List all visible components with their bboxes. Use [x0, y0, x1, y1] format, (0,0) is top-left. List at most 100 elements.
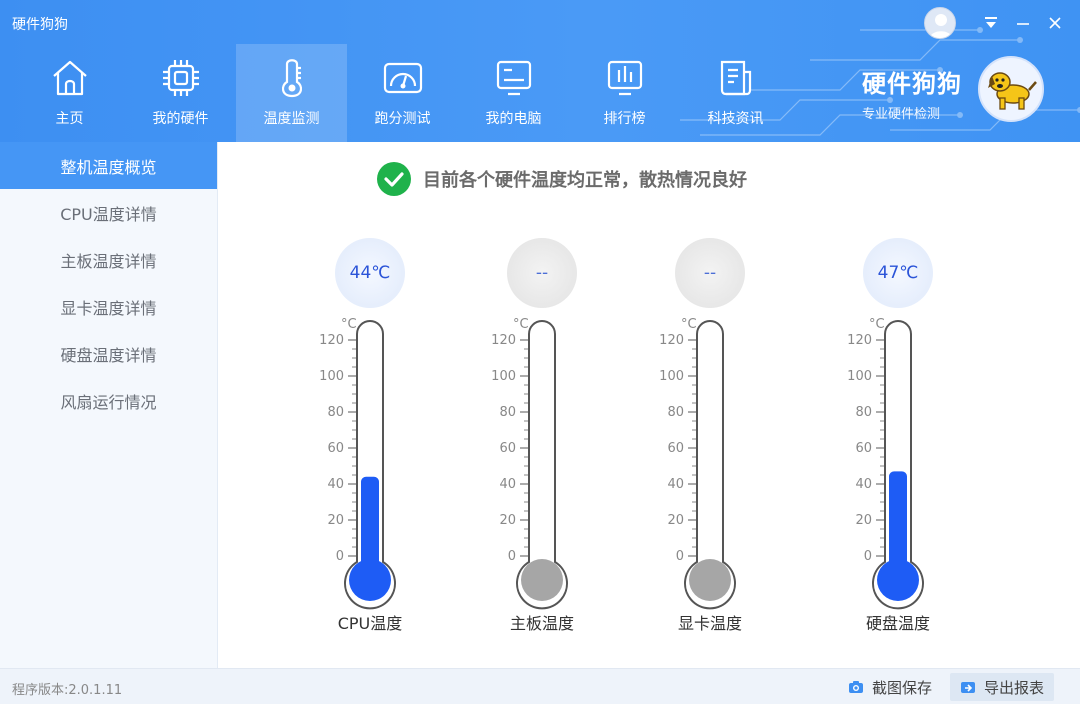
tick-label: 80 — [327, 405, 344, 420]
temperature-reading: -- — [675, 238, 745, 308]
tick-label: 60 — [327, 441, 344, 456]
speedometer-icon — [383, 62, 422, 94]
dog-logo-icon — [978, 56, 1044, 122]
sidebar-item-disk-temp[interactable]: 硬盘温度详情 — [0, 330, 217, 377]
screenshot-save-label: 截图保存 — [872, 678, 933, 697]
version-text: 程序版本:2.0.1.11 — [12, 683, 123, 698]
unit-label: °C — [513, 317, 529, 332]
tick-label: 0 — [864, 549, 872, 564]
tick-label: 60 — [855, 441, 872, 456]
tick-label: 120 — [319, 333, 344, 348]
nav-item-temperature[interactable]: 温度监测 — [236, 44, 347, 142]
nav-label: 温度监测 — [263, 111, 320, 127]
tick-label: 20 — [499, 513, 516, 528]
mercury-column — [361, 476, 379, 572]
thermometer-card: 47℃ °C 120 100 80 60 40 20 0 硬盘温度 — [833, 238, 963, 638]
tick-label: 0 — [676, 549, 684, 564]
tick-label: 60 — [667, 441, 684, 456]
thermometer-label: 显卡温度 — [677, 614, 742, 633]
nav-item-home[interactable]: 主页 — [14, 44, 125, 142]
app-title: 硬件狗狗 — [12, 17, 68, 33]
tick-label: 100 — [491, 369, 516, 384]
nav-item-my-computer[interactable]: 我的电脑 — [458, 44, 569, 142]
unit-label: °C — [681, 317, 697, 332]
tick-label: 20 — [667, 513, 684, 528]
status-message: 目前各个硬件温度均正常，散热情况良好 — [423, 170, 747, 191]
export-report-button[interactable]: 导出报表 — [950, 673, 1055, 701]
tick-label: 120 — [491, 333, 516, 348]
menu-down-icon[interactable] — [976, 8, 1006, 38]
thermometer-card: 44℃ °C 120 100 80 60 40 20 0 CPU温度 — [305, 238, 435, 638]
brand-title: 硬件狗狗 — [862, 70, 962, 98]
tick-label: 40 — [327, 477, 344, 492]
tick-label: 100 — [847, 369, 872, 384]
export-icon — [961, 682, 975, 693]
tick-label: 20 — [855, 513, 872, 528]
tick-label: 100 — [319, 369, 344, 384]
sidebar-item-gpu-temp[interactable]: 显卡温度详情 — [0, 283, 217, 330]
user-avatar-icon[interactable] — [924, 7, 956, 39]
tick-label: 80 — [499, 405, 516, 420]
brand-block: 硬件狗狗 专业硬件检测 — [862, 64, 962, 122]
nav-label: 我的硬件 — [152, 111, 209, 127]
mercury-column — [889, 471, 907, 572]
close-icon[interactable] — [1040, 8, 1070, 38]
nav-item-benchmark[interactable]: 跑分测试 — [347, 44, 458, 142]
main-nav: 主页 我的硬件 温度监测 跑分测试 我的电脑 排行榜 科技资讯 — [14, 44, 791, 142]
tick-label: 40 — [499, 477, 516, 492]
unit-label: °C — [341, 317, 357, 332]
tick-label: 120 — [847, 333, 872, 348]
thermometer-card: -- °C 120 100 80 60 40 20 0 显卡温度 — [645, 238, 775, 638]
thermometer-bulb — [521, 559, 563, 601]
tick-label: 80 — [667, 405, 684, 420]
camera-icon — [849, 681, 863, 693]
thermometer-label: 硬盘温度 — [865, 614, 930, 633]
tick-label: 0 — [336, 549, 344, 564]
thermometer-bulb — [349, 559, 391, 601]
tick-label: 120 — [659, 333, 684, 348]
thermometer-bulb — [877, 559, 919, 601]
main-panel: 目前各个硬件温度均正常，散热情况良好 44℃ °C 120 100 80 60 40 20 0 C… — [219, 142, 1080, 668]
nav-item-my-hardware[interactable]: 我的硬件 — [125, 44, 236, 142]
nav-item-ranking[interactable]: 排行榜 — [569, 44, 680, 142]
home-icon — [52, 60, 87, 96]
sidebar-item-cpu-temp[interactable]: CPU温度详情 — [0, 189, 217, 236]
thermometer-gauge: °C120 100 80 60 40 20 0 — [319, 317, 396, 610]
temperature-reading: -- — [507, 238, 577, 308]
temperature-reading: 44℃ — [335, 238, 405, 308]
thermometer-gauge: °C120 100 80 60 40 20 0 — [847, 317, 924, 610]
tick-label: 60 — [499, 441, 516, 456]
tick-label: 20 — [327, 513, 344, 528]
sidebar-item-fan-status[interactable]: 风扇运行情况 — [0, 377, 217, 424]
title-bar-header: 硬件狗狗 主页 我的硬件 温度监测 跑分测试 我的电脑 排行榜 科技资讯 硬件狗… — [0, 0, 1080, 142]
thermometer-icon — [281, 59, 302, 98]
brand-subtitle: 专业硬件检测 — [862, 107, 941, 122]
tick-label: 80 — [855, 405, 872, 420]
thermometer-label: 主板温度 — [509, 614, 574, 633]
export-report-label: 导出报表 — [984, 678, 1045, 697]
nav-label: 排行榜 — [603, 111, 646, 127]
ranking-icon — [607, 60, 642, 96]
tick-label: 40 — [855, 477, 872, 492]
sidebar-item-overview[interactable]: 整机温度概览 — [0, 142, 217, 189]
unit-label: °C — [869, 317, 885, 332]
nav-label: 科技资讯 — [707, 111, 764, 127]
minimize-icon[interactable] — [1008, 8, 1038, 38]
thermometer-card: -- °C 120 100 80 60 40 20 0 主板温度 — [477, 238, 607, 638]
thermometer-gauge: °C120 100 80 60 40 20 0 — [659, 317, 736, 610]
status-banner: 目前各个硬件温度均正常，散热情况良好 — [377, 162, 747, 196]
thermometer-bulb — [689, 559, 731, 601]
screenshot-save-button[interactable]: 截图保存 — [838, 673, 942, 701]
nav-item-tech-news[interactable]: 科技资讯 — [680, 44, 791, 142]
thermometer-label: CPU温度 — [337, 614, 403, 633]
tick-label: 40 — [667, 477, 684, 492]
tick-label: 100 — [659, 369, 684, 384]
sidebar-item-board-temp[interactable]: 主板温度详情 — [0, 236, 217, 283]
sidebar: 整机温度概览 CPU温度详情 主板温度详情 显卡温度详情 硬盘温度详情 风扇运行… — [0, 142, 218, 668]
tick-label: 0 — [508, 549, 516, 564]
nav-label: 我的电脑 — [485, 111, 542, 127]
nav-label: 跑分测试 — [374, 111, 431, 127]
temperature-reading: 47℃ — [863, 238, 933, 308]
nav-label: 主页 — [55, 111, 84, 127]
thermometer-gauge: °C120 100 80 60 40 20 0 — [491, 317, 568, 610]
